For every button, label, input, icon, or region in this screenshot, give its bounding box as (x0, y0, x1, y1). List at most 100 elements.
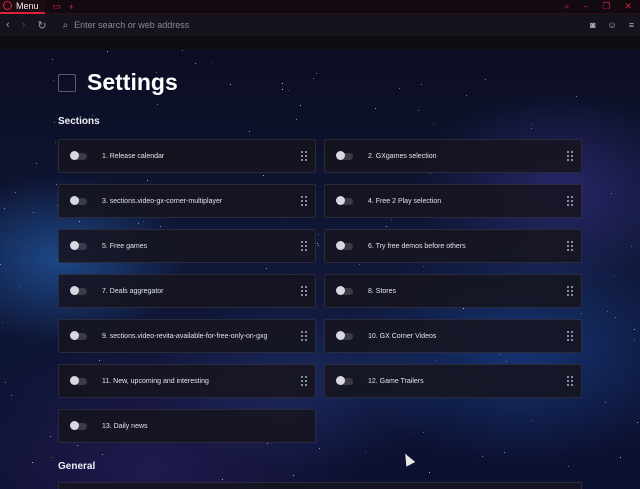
toolbar-strip (0, 36, 640, 50)
section-toggle[interactable] (336, 196, 353, 205)
star (611, 192, 613, 194)
drag-handle-icon[interactable] (567, 241, 573, 251)
section-label: 13. Daily news (102, 422, 148, 430)
star (281, 83, 283, 85)
star (15, 192, 17, 194)
section-toggle[interactable] (70, 331, 87, 340)
back-icon[interactable]: ‹ (6, 19, 10, 31)
menu-button[interactable]: Menu (0, 0, 45, 14)
star (422, 431, 424, 433)
star (50, 435, 52, 437)
drag-handle-icon[interactable] (301, 241, 307, 251)
section-toggle[interactable] (70, 241, 87, 250)
browser-menu-icon[interactable]: ≡ (629, 20, 634, 30)
star (531, 420, 533, 422)
drag-handle-icon[interactable] (567, 331, 573, 341)
drag-handle-icon[interactable] (567, 376, 573, 386)
star (79, 221, 81, 223)
section-card: 7. Deals aggregator (58, 274, 316, 308)
section-toggle[interactable] (336, 376, 353, 385)
section-toggle[interactable] (70, 196, 87, 205)
new-tab-icon[interactable]: + (69, 2, 74, 12)
section-card: 2. GXgames selection (324, 139, 582, 173)
star (55, 142, 57, 144)
star (0, 263, 2, 265)
star (52, 59, 54, 61)
title-bar: Menu ▭ + ⌕ – ❐ ✕ (0, 0, 640, 14)
section-label: 7. Deals aggregator (102, 287, 164, 295)
star (463, 308, 465, 310)
minimize-icon[interactable]: – (583, 1, 588, 12)
drag-handle-icon[interactable] (301, 151, 307, 161)
star (317, 234, 319, 236)
drag-handle-icon[interactable] (301, 286, 307, 296)
star (282, 89, 284, 91)
drag-handle-icon[interactable] (301, 331, 307, 341)
star (417, 109, 419, 111)
star (580, 313, 582, 315)
star (296, 118, 298, 120)
tab-icon[interactable]: ▭ (53, 1, 62, 12)
section-card: 13. Daily news (58, 409, 316, 443)
star (147, 179, 149, 181)
star (293, 474, 295, 476)
section-toggle[interactable] (336, 151, 353, 160)
section-toggle[interactable] (70, 286, 87, 295)
page-title: Settings (87, 69, 178, 95)
search-tabs-icon[interactable]: ⌕ (564, 1, 569, 12)
section-toggle[interactable] (70, 421, 87, 430)
star (101, 453, 103, 455)
section-label: 3. sections.video-gx-corner-multiplayer (102, 197, 223, 205)
star (50, 456, 52, 458)
account-icon[interactable]: ☺ (608, 20, 617, 30)
section-label: 5. Free games (102, 242, 148, 250)
settings-page-icon (58, 74, 76, 92)
drag-handle-icon[interactable] (301, 196, 307, 206)
menu-label: Menu (16, 0, 39, 11)
star (605, 402, 607, 404)
star (266, 268, 268, 270)
star (157, 103, 159, 105)
star (499, 354, 501, 356)
star (399, 87, 401, 89)
star (137, 222, 139, 224)
reload-icon[interactable]: ↻ (37, 19, 46, 32)
drag-handle-icon[interactable] (567, 286, 573, 296)
star (364, 451, 366, 453)
star (422, 265, 424, 267)
star (160, 226, 162, 228)
star (194, 62, 196, 64)
section-toggle[interactable] (336, 286, 353, 295)
camera-icon[interactable]: ◙ (590, 20, 595, 30)
star (181, 50, 183, 51)
star (2, 322, 4, 323)
star (636, 422, 638, 424)
star (318, 244, 320, 246)
star (429, 471, 431, 473)
star (211, 62, 213, 64)
section-label: 6. Try free demos before others (368, 242, 466, 250)
drag-handle-icon[interactable] (301, 376, 307, 386)
close-icon[interactable]: ✕ (624, 1, 632, 12)
section-toggle[interactable] (70, 151, 87, 160)
star (484, 79, 486, 81)
section-card: 3. sections.video-gx-corner-multiplayer (58, 184, 316, 218)
star (36, 162, 38, 164)
drag-handle-icon[interactable] (567, 151, 573, 161)
drag-handle-icon[interactable] (567, 196, 573, 206)
section-label: 2. GXgames selection (368, 152, 437, 160)
star (18, 285, 20, 287)
restore-icon[interactable]: ❐ (602, 1, 610, 12)
star (615, 317, 617, 319)
star (32, 462, 34, 464)
section-toggle[interactable] (336, 331, 353, 340)
section-card: 8. Stores (324, 274, 582, 308)
address-input[interactable] (74, 20, 475, 30)
section-label: 10. GX Corner Videos (368, 332, 437, 340)
star (614, 275, 616, 277)
star (33, 211, 35, 213)
forward-icon[interactable]: › (22, 19, 26, 31)
star (106, 51, 108, 53)
section-toggle[interactable] (336, 241, 353, 250)
section-toggle[interactable] (70, 376, 87, 385)
